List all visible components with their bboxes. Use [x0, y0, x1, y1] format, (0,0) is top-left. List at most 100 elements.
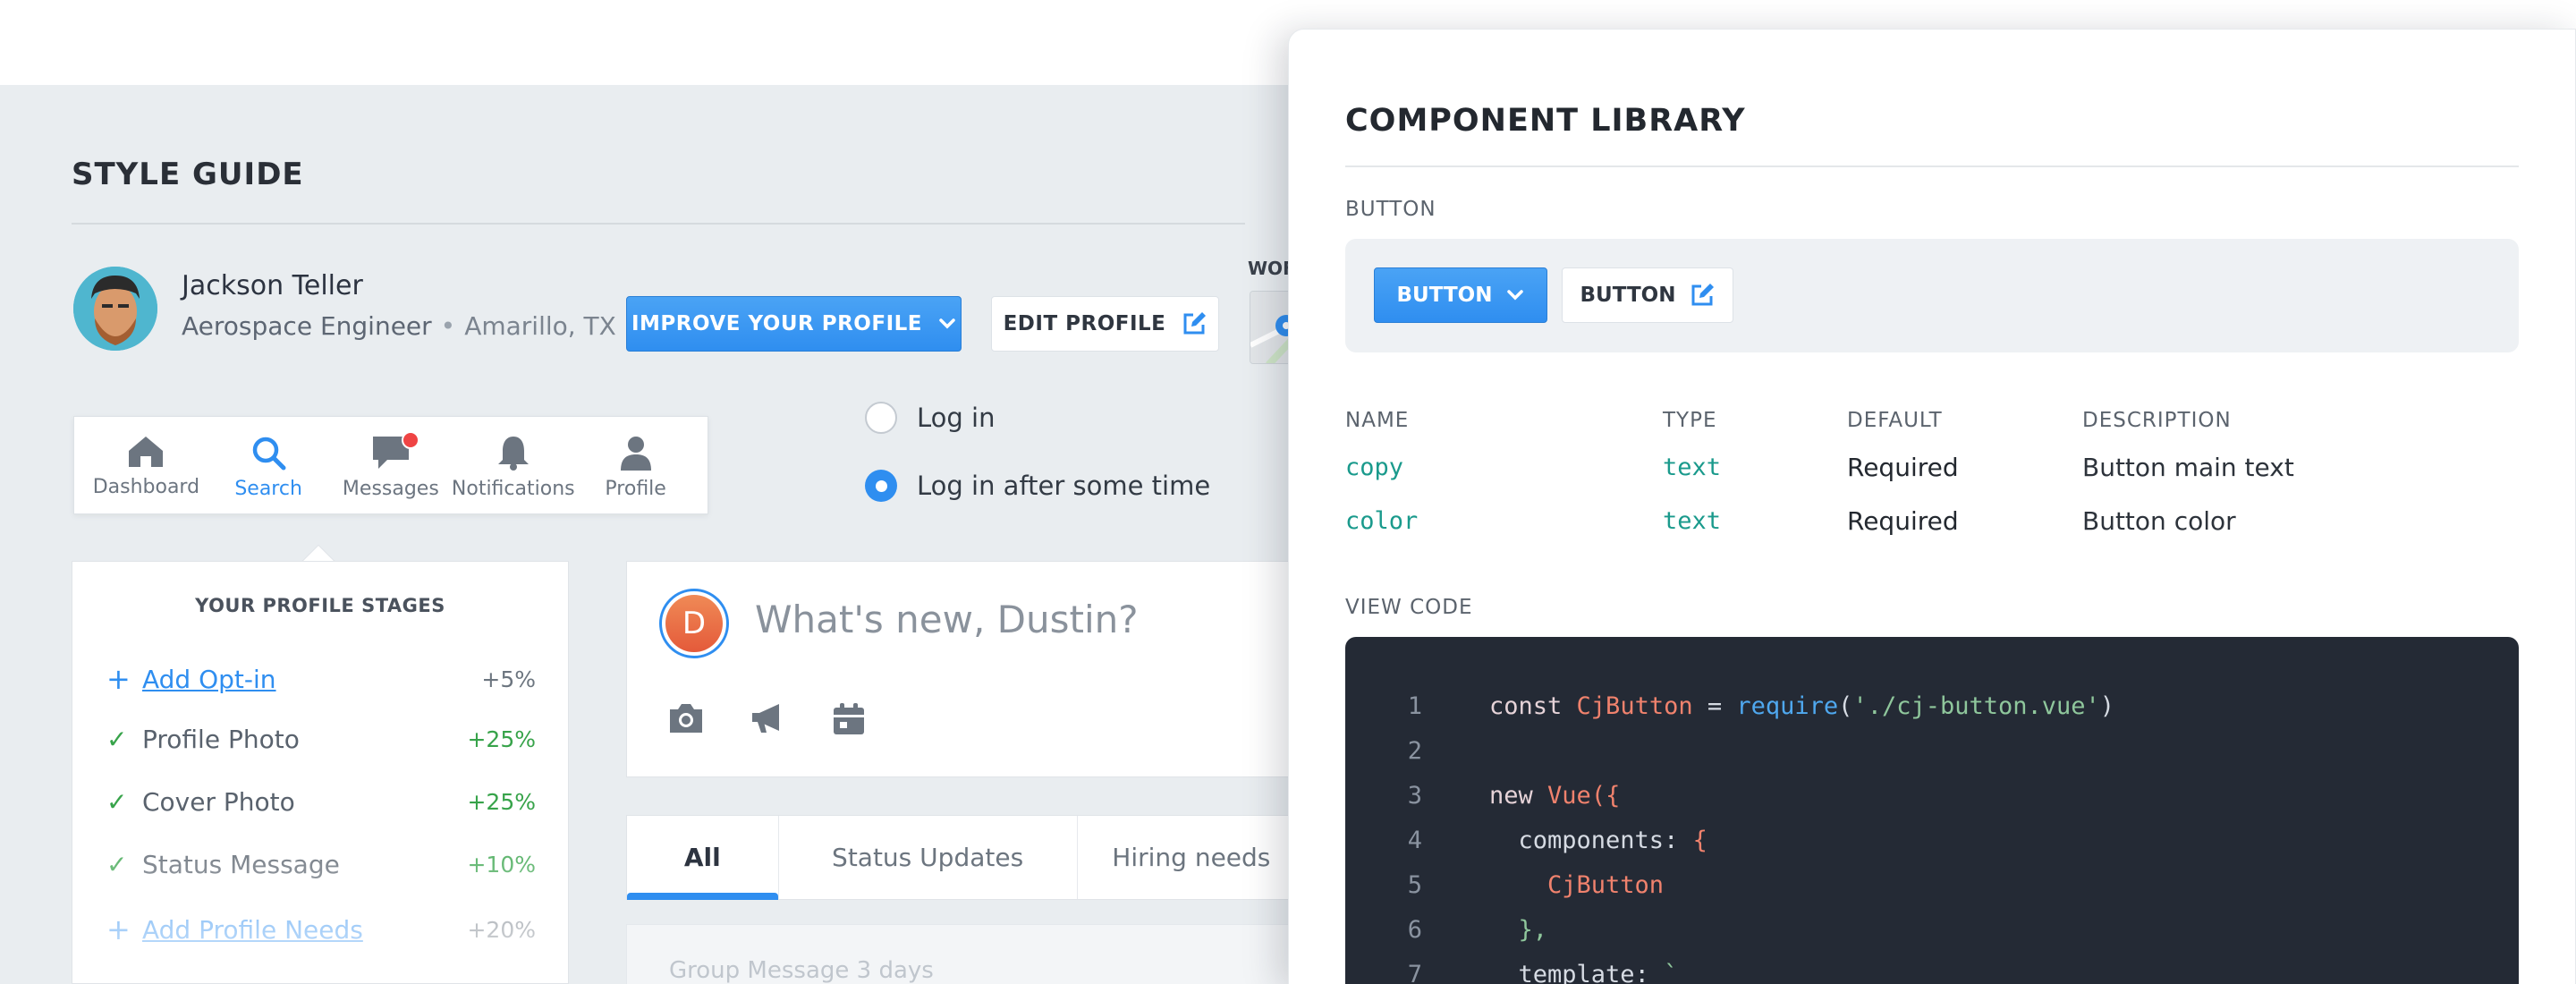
line-number: 1	[1407, 691, 1422, 720]
line-number: 7	[1407, 960, 1422, 984]
preview-primary-button[interactable]: BUTTON	[1374, 267, 1547, 323]
tab-status-updates[interactable]: Status Updates	[779, 816, 1078, 899]
code-line: 1 const CjButton = require('./cj-button.…	[1345, 683, 2519, 728]
radio-label: Log in after some time	[917, 471, 1211, 501]
stage-item: ✓ Profile Photo +25%	[106, 725, 536, 754]
prop-type: text	[1663, 507, 1722, 535]
nav-item-profile[interactable]: Profile	[574, 417, 697, 513]
stage-item: ✓ Cover Photo +25%	[106, 787, 536, 817]
page-title: STYLE GUIDE	[72, 157, 304, 192]
code-text: CjButton	[1489, 870, 1665, 899]
stage-label: Cover Photo	[142, 787, 295, 817]
stage-item[interactable]: + Add Profile Needs +20%	[106, 912, 536, 946]
plus-icon: +	[106, 662, 131, 696]
user-role: Aerospace Engineer	[182, 311, 432, 341]
prop-default: Required	[1847, 506, 1959, 536]
preview-primary-label: BUTTON	[1396, 284, 1493, 307]
radio-button[interactable]	[865, 402, 897, 434]
preview-secondary-button[interactable]: BUTTON	[1562, 267, 1733, 323]
stage-label[interactable]: Add Opt-in	[142, 665, 481, 694]
calendar-icon[interactable]	[831, 702, 867, 736]
preview-secondary-label: BUTTON	[1580, 284, 1676, 307]
prop-default: Required	[1847, 453, 1959, 482]
nav-label-notifications: Notifications	[451, 478, 575, 500]
props-header-description: DESCRIPTION	[2082, 409, 2232, 432]
code-text: components: {	[1489, 826, 1707, 854]
title-divider	[72, 223, 1245, 225]
view-code-label: VIEW CODE	[1345, 596, 1473, 619]
nav-label-profile: Profile	[605, 478, 666, 500]
radio-log-in-later[interactable]: Log in after some time	[865, 470, 1210, 502]
profile-stages-card: YOUR PROFILE STAGES + Add Opt-in +5% ✓ P…	[72, 561, 569, 984]
nav-item-search[interactable]: Search	[208, 417, 330, 513]
panel-divider	[1345, 165, 2519, 167]
button-section-label: BUTTON	[1345, 198, 1436, 221]
unread-badge	[401, 431, 419, 449]
code-line: 5 CjButton	[1345, 862, 2519, 907]
stages-title: YOUR PROFILE STAGES	[195, 595, 445, 616]
line-number: 3	[1407, 781, 1422, 810]
stage-label: Profile Photo	[142, 725, 300, 754]
edit-icon	[1183, 312, 1207, 335]
prop-description: Button color	[2082, 506, 2236, 536]
plus-icon: +	[106, 912, 131, 946]
radio-log-in[interactable]: Log in	[865, 402, 995, 434]
stage-value: +25%	[467, 726, 536, 752]
component-library-panel: COMPONENT LIBRARY BUTTON BUTTON BUTTON N…	[1288, 29, 2576, 984]
prop-description: Button main text	[2082, 453, 2294, 482]
status-composer: D What's new, Dustin?	[626, 561, 1306, 777]
panel-title: COMPONENT LIBRARY	[1345, 103, 1746, 139]
stage-value: +10%	[467, 852, 536, 878]
code-block[interactable]: 1 const CjButton = require('./cj-button.…	[1345, 637, 2519, 984]
stage-value: +5%	[481, 666, 536, 692]
stage-item[interactable]: + Add Opt-in +5%	[106, 662, 536, 696]
tab-all[interactable]: All	[627, 816, 779, 900]
improve-profile-button[interactable]: IMPROVE YOUR PROFILE	[626, 296, 962, 352]
stage-label[interactable]: Add Profile Needs	[142, 915, 467, 945]
avatar[interactable]	[73, 267, 157, 351]
chevron-down-icon	[939, 318, 955, 329]
code-text: },	[1489, 915, 1548, 944]
props-header-type: TYPE	[1663, 409, 1717, 432]
nav-label-dashboard: Dashboard	[92, 476, 200, 498]
tab-hiring-needs[interactable]: Hiring needs	[1078, 816, 1305, 899]
code-text: new Vue({	[1489, 781, 1621, 810]
nav-item-notifications[interactable]: Notifications	[451, 417, 575, 513]
feed-item-title: Group Message 3 days	[669, 957, 934, 984]
camera-icon[interactable]	[666, 702, 706, 734]
stage-value: +25%	[467, 789, 536, 815]
fade-overlay	[72, 813, 568, 983]
composer-input[interactable]: What's new, Dustin?	[755, 598, 1139, 641]
nav-item-dashboard[interactable]: Dashboard	[85, 417, 208, 513]
line-number: 2	[1407, 736, 1422, 765]
stage-item: ✓ Status Message +10%	[106, 850, 536, 879]
nav-label-search: Search	[234, 478, 302, 500]
edit-profile-label: EDIT PROFILE	[1003, 312, 1166, 335]
nav-item-messages[interactable]: Messages	[330, 417, 453, 513]
bottom-nav: Dashboard Search Messages Notifications …	[73, 416, 708, 514]
user-meta: Aerospace Engineer • Amarillo, TX	[182, 311, 616, 341]
bell-icon	[497, 437, 529, 471]
prop-name: color	[1345, 507, 1419, 535]
edit-profile-button[interactable]: EDIT PROFILE	[991, 296, 1219, 352]
prop-name: copy	[1345, 454, 1404, 481]
radio-button-checked[interactable]	[865, 470, 897, 502]
button-preview: BUTTON BUTTON	[1345, 239, 2519, 352]
check-icon: ✓	[106, 850, 128, 879]
nav-label-messages: Messages	[342, 478, 439, 500]
line-number: 4	[1407, 826, 1422, 854]
feed-tabs: All Status Updates Hiring needs	[626, 815, 1306, 900]
chevron-down-icon	[1507, 290, 1524, 301]
composer-avatar: D	[659, 589, 729, 658]
code-line: 2	[1345, 728, 2519, 773]
line-number: 6	[1407, 915, 1422, 944]
radio-label: Log in	[917, 403, 996, 433]
line-number: 5	[1407, 870, 1422, 899]
search-icon	[252, 437, 286, 471]
code-text: const CjButton = require('./cj-button.vu…	[1489, 691, 2115, 720]
code-line: 7 template: `	[1345, 952, 2519, 984]
check-icon: ✓	[106, 725, 128, 754]
code-line: 3 new Vue({	[1345, 773, 2519, 818]
user-name: Jackson Teller	[182, 270, 363, 301]
megaphone-icon[interactable]	[749, 702, 788, 734]
